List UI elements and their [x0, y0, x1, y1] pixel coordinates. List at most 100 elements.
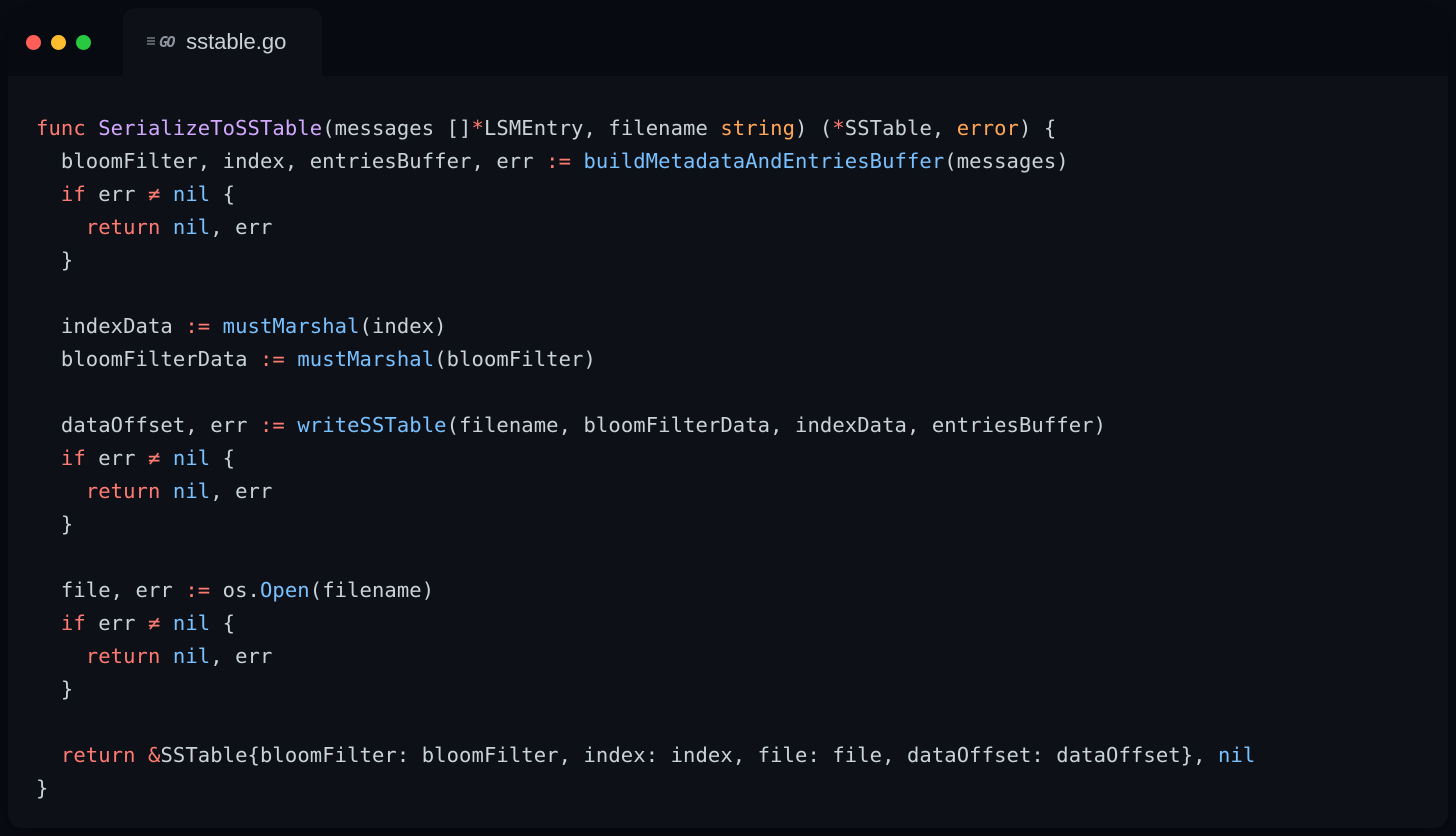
code-token: dataOffset, err — [36, 413, 260, 437]
code-token: := — [260, 347, 285, 371]
code-line: return nil, err — [36, 640, 1420, 673]
code-token: SSTable, — [845, 116, 957, 140]
code-token: , err — [210, 215, 272, 239]
editor-window: GO sstable.go func SerializeToSSTable(me… — [8, 8, 1448, 828]
code-line: if err ≠ nil { — [36, 178, 1420, 211]
code-token: return — [86, 215, 161, 239]
code-token: ) ( — [795, 116, 832, 140]
code-token: nil — [173, 644, 210, 668]
code-token: bloomFilterData — [36, 347, 260, 371]
code-token — [160, 611, 172, 635]
code-line — [36, 541, 1420, 574]
code-token: := — [185, 578, 210, 602]
titlebar: GO sstable.go — [8, 8, 1448, 76]
code-line: } — [36, 508, 1420, 541]
code-token: } — [36, 248, 73, 272]
code-token: indexData — [36, 314, 185, 338]
code-token — [160, 182, 172, 206]
tab-filename: sstable.go — [186, 29, 286, 55]
code-token: * — [832, 116, 844, 140]
code-line: return &SSTable{bloomFilter: bloomFilter… — [36, 739, 1420, 772]
code-token: { — [210, 446, 235, 470]
code-token: nil — [173, 479, 210, 503]
code-token: buildMetadataAndEntriesBuffer — [583, 149, 944, 173]
code-line: return nil, err — [36, 475, 1420, 508]
code-token: SSTable{bloomFilter: bloomFilter, index:… — [160, 743, 1218, 767]
code-line: dataOffset, err := writeSSTable(filename… — [36, 409, 1420, 442]
code-token — [210, 314, 222, 338]
code-token: (messages) — [944, 149, 1068, 173]
code-token: := — [546, 149, 571, 173]
code-token: bloomFilter, index, entriesBuffer, err — [36, 149, 546, 173]
code-token — [36, 743, 61, 767]
code-token — [36, 644, 86, 668]
code-line: bloomFilterData := mustMarshal(bloomFilt… — [36, 343, 1420, 376]
code-token: err — [86, 611, 148, 635]
code-token: SerializeToSSTable — [98, 116, 322, 140]
code-line: if err ≠ nil { — [36, 442, 1420, 475]
code-line: indexData := mustMarshal(index) — [36, 310, 1420, 343]
code-token: ≠ — [148, 611, 160, 635]
code-editor[interactable]: func SerializeToSSTable(messages []*LSME… — [8, 76, 1448, 828]
code-token — [36, 479, 86, 503]
code-token: if — [61, 182, 86, 206]
code-token: err — [86, 182, 148, 206]
code-token — [36, 446, 61, 470]
code-token: (filename, bloomFilterData, indexData, e… — [447, 413, 1106, 437]
code-token: mustMarshal — [223, 314, 360, 338]
code-token: return — [86, 644, 161, 668]
code-token: file, err — [36, 578, 185, 602]
code-token: , err — [210, 479, 272, 503]
code-token — [36, 215, 86, 239]
code-token: , err — [210, 644, 272, 668]
minimize-icon[interactable] — [51, 35, 66, 50]
code-token: nil — [173, 611, 210, 635]
code-token: err — [86, 446, 148, 470]
code-token: { — [210, 611, 235, 635]
code-token: LSMEntry, filename — [484, 116, 720, 140]
code-line: bloomFilter, index, entriesBuffer, err :… — [36, 145, 1420, 178]
go-file-icon: GO — [149, 33, 174, 51]
code-token: nil — [173, 215, 210, 239]
code-token: nil — [173, 446, 210, 470]
code-token: } — [36, 677, 73, 701]
code-token: := — [260, 413, 285, 437]
code-token: if — [61, 611, 86, 635]
code-token — [285, 347, 297, 371]
code-line: func SerializeToSSTable(messages []*LSME… — [36, 112, 1420, 145]
code-token — [136, 743, 148, 767]
close-icon[interactable] — [26, 35, 41, 50]
code-token — [160, 446, 172, 470]
code-token: ≠ — [148, 182, 160, 206]
code-token — [160, 644, 172, 668]
zoom-icon[interactable] — [76, 35, 91, 50]
code-token: if — [61, 446, 86, 470]
code-token: writeSSTable — [297, 413, 446, 437]
code-token — [36, 611, 61, 635]
code-token: (messages [] — [322, 116, 471, 140]
code-line: if err ≠ nil { — [36, 607, 1420, 640]
code-token: } — [36, 512, 73, 536]
code-token — [571, 149, 583, 173]
code-line: } — [36, 673, 1420, 706]
code-token: & — [148, 743, 160, 767]
code-token: nil — [1218, 743, 1255, 767]
code-line: file, err := os.Open(filename) — [36, 574, 1420, 607]
code-line: } — [36, 772, 1420, 805]
code-token: return — [86, 479, 161, 503]
code-token: ≠ — [148, 446, 160, 470]
code-line — [36, 376, 1420, 409]
code-line: } — [36, 244, 1420, 277]
code-line: return nil, err — [36, 211, 1420, 244]
file-tab[interactable]: GO sstable.go — [123, 8, 322, 76]
code-token — [285, 413, 297, 437]
code-token: ) { — [1019, 116, 1056, 140]
code-token: string — [720, 116, 795, 140]
code-line — [36, 706, 1420, 739]
code-token: return — [61, 743, 136, 767]
code-token: mustMarshal — [297, 347, 434, 371]
code-token: error — [957, 116, 1019, 140]
code-token: * — [472, 116, 484, 140]
code-token: func — [36, 116, 98, 140]
code-token: } — [36, 776, 48, 800]
